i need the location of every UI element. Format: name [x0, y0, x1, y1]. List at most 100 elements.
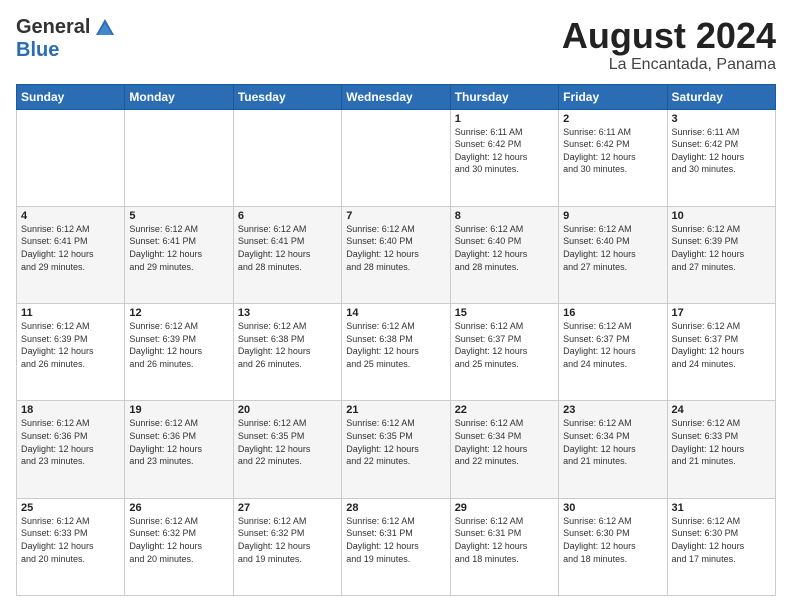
day-info: Sunrise: 6:12 AM Sunset: 6:41 PM Dayligh… [129, 223, 228, 273]
calendar-week-3: 11Sunrise: 6:12 AM Sunset: 6:39 PM Dayli… [17, 304, 776, 401]
calendar-cell: 21Sunrise: 6:12 AM Sunset: 6:35 PM Dayli… [342, 401, 450, 498]
header: General Blue August 2024 La Encantada, P… [16, 16, 776, 74]
day-info: Sunrise: 6:12 AM Sunset: 6:39 PM Dayligh… [129, 320, 228, 370]
day-number: 29 [455, 502, 554, 514]
sub-title: La Encantada, Panama [562, 56, 776, 74]
calendar-cell: 4Sunrise: 6:12 AM Sunset: 6:41 PM Daylig… [17, 206, 125, 303]
calendar-cell: 27Sunrise: 6:12 AM Sunset: 6:32 PM Dayli… [233, 498, 341, 595]
calendar-header-monday: Monday [125, 84, 233, 109]
calendar-cell: 6Sunrise: 6:12 AM Sunset: 6:41 PM Daylig… [233, 206, 341, 303]
day-info: Sunrise: 6:12 AM Sunset: 6:33 PM Dayligh… [21, 515, 120, 565]
calendar-cell: 28Sunrise: 6:12 AM Sunset: 6:31 PM Dayli… [342, 498, 450, 595]
day-number: 3 [672, 113, 771, 125]
calendar-cell: 19Sunrise: 6:12 AM Sunset: 6:36 PM Dayli… [125, 401, 233, 498]
calendar-cell [17, 109, 125, 206]
day-number: 12 [129, 307, 228, 319]
day-number: 23 [563, 404, 662, 416]
day-number: 2 [563, 113, 662, 125]
day-number: 21 [346, 404, 445, 416]
calendar-header-friday: Friday [559, 84, 667, 109]
day-info: Sunrise: 6:12 AM Sunset: 6:39 PM Dayligh… [672, 223, 771, 273]
day-number: 25 [21, 502, 120, 514]
day-number: 9 [563, 210, 662, 222]
day-info: Sunrise: 6:12 AM Sunset: 6:32 PM Dayligh… [238, 515, 337, 565]
calendar-cell: 14Sunrise: 6:12 AM Sunset: 6:38 PM Dayli… [342, 304, 450, 401]
calendar-cell: 5Sunrise: 6:12 AM Sunset: 6:41 PM Daylig… [125, 206, 233, 303]
calendar-cell: 7Sunrise: 6:12 AM Sunset: 6:40 PM Daylig… [342, 206, 450, 303]
calendar-week-4: 18Sunrise: 6:12 AM Sunset: 6:36 PM Dayli… [17, 401, 776, 498]
day-info: Sunrise: 6:12 AM Sunset: 6:36 PM Dayligh… [21, 417, 120, 467]
day-number: 11 [21, 307, 120, 319]
calendar-header-sunday: Sunday [17, 84, 125, 109]
day-number: 18 [21, 404, 120, 416]
calendar-cell: 2Sunrise: 6:11 AM Sunset: 6:42 PM Daylig… [559, 109, 667, 206]
day-info: Sunrise: 6:12 AM Sunset: 6:37 PM Dayligh… [672, 320, 771, 370]
day-number: 7 [346, 210, 445, 222]
day-number: 31 [672, 502, 771, 514]
day-info: Sunrise: 6:11 AM Sunset: 6:42 PM Dayligh… [672, 126, 771, 176]
day-info: Sunrise: 6:12 AM Sunset: 6:38 PM Dayligh… [346, 320, 445, 370]
day-number: 28 [346, 502, 445, 514]
day-number: 8 [455, 210, 554, 222]
day-info: Sunrise: 6:12 AM Sunset: 6:33 PM Dayligh… [672, 417, 771, 467]
calendar-cell: 3Sunrise: 6:11 AM Sunset: 6:42 PM Daylig… [667, 109, 775, 206]
calendar-cell: 18Sunrise: 6:12 AM Sunset: 6:36 PM Dayli… [17, 401, 125, 498]
calendar-cell: 15Sunrise: 6:12 AM Sunset: 6:37 PM Dayli… [450, 304, 558, 401]
calendar-week-5: 25Sunrise: 6:12 AM Sunset: 6:33 PM Dayli… [17, 498, 776, 595]
day-info: Sunrise: 6:12 AM Sunset: 6:36 PM Dayligh… [129, 417, 228, 467]
day-info: Sunrise: 6:12 AM Sunset: 6:41 PM Dayligh… [21, 223, 120, 273]
day-info: Sunrise: 6:12 AM Sunset: 6:40 PM Dayligh… [455, 223, 554, 273]
day-number: 4 [21, 210, 120, 222]
day-info: Sunrise: 6:12 AM Sunset: 6:41 PM Dayligh… [238, 223, 337, 273]
calendar-cell [125, 109, 233, 206]
calendar-header-saturday: Saturday [667, 84, 775, 109]
day-number: 16 [563, 307, 662, 319]
calendar-cell [342, 109, 450, 206]
calendar-cell: 12Sunrise: 6:12 AM Sunset: 6:39 PM Dayli… [125, 304, 233, 401]
logo-general-text: General [16, 16, 90, 39]
day-info: Sunrise: 6:12 AM Sunset: 6:37 PM Dayligh… [563, 320, 662, 370]
day-info: Sunrise: 6:12 AM Sunset: 6:31 PM Dayligh… [455, 515, 554, 565]
calendar-header-wednesday: Wednesday [342, 84, 450, 109]
calendar-cell: 20Sunrise: 6:12 AM Sunset: 6:35 PM Dayli… [233, 401, 341, 498]
main-title: August 2024 [562, 16, 776, 56]
calendar-cell: 31Sunrise: 6:12 AM Sunset: 6:30 PM Dayli… [667, 498, 775, 595]
day-number: 13 [238, 307, 337, 319]
title-block: August 2024 La Encantada, Panama [562, 16, 776, 74]
day-number: 5 [129, 210, 228, 222]
day-info: Sunrise: 6:11 AM Sunset: 6:42 PM Dayligh… [455, 126, 554, 176]
calendar-table: SundayMondayTuesdayWednesdayThursdayFrid… [16, 84, 776, 596]
day-number: 15 [455, 307, 554, 319]
day-info: Sunrise: 6:12 AM Sunset: 6:38 PM Dayligh… [238, 320, 337, 370]
calendar-header-thursday: Thursday [450, 84, 558, 109]
day-number: 10 [672, 210, 771, 222]
day-info: Sunrise: 6:12 AM Sunset: 6:34 PM Dayligh… [455, 417, 554, 467]
calendar-cell: 29Sunrise: 6:12 AM Sunset: 6:31 PM Dayli… [450, 498, 558, 595]
day-number: 26 [129, 502, 228, 514]
day-info: Sunrise: 6:12 AM Sunset: 6:39 PM Dayligh… [21, 320, 120, 370]
calendar-header-tuesday: Tuesday [233, 84, 341, 109]
calendar-cell: 9Sunrise: 6:12 AM Sunset: 6:40 PM Daylig… [559, 206, 667, 303]
calendar-cell [233, 109, 341, 206]
calendar-cell: 1Sunrise: 6:11 AM Sunset: 6:42 PM Daylig… [450, 109, 558, 206]
day-number: 30 [563, 502, 662, 514]
calendar-header-row: SundayMondayTuesdayWednesdayThursdayFrid… [17, 84, 776, 109]
calendar-cell: 22Sunrise: 6:12 AM Sunset: 6:34 PM Dayli… [450, 401, 558, 498]
day-info: Sunrise: 6:12 AM Sunset: 6:40 PM Dayligh… [563, 223, 662, 273]
logo: General Blue [16, 16, 116, 62]
logo-blue-text: Blue [16, 39, 59, 62]
day-number: 14 [346, 307, 445, 319]
calendar-week-2: 4Sunrise: 6:12 AM Sunset: 6:41 PM Daylig… [17, 206, 776, 303]
day-number: 6 [238, 210, 337, 222]
calendar-cell: 8Sunrise: 6:12 AM Sunset: 6:40 PM Daylig… [450, 206, 558, 303]
day-info: Sunrise: 6:11 AM Sunset: 6:42 PM Dayligh… [563, 126, 662, 176]
day-number: 19 [129, 404, 228, 416]
day-info: Sunrise: 6:12 AM Sunset: 6:37 PM Dayligh… [455, 320, 554, 370]
calendar-cell: 23Sunrise: 6:12 AM Sunset: 6:34 PM Dayli… [559, 401, 667, 498]
calendar-cell: 10Sunrise: 6:12 AM Sunset: 6:39 PM Dayli… [667, 206, 775, 303]
calendar-cell: 30Sunrise: 6:12 AM Sunset: 6:30 PM Dayli… [559, 498, 667, 595]
day-number: 24 [672, 404, 771, 416]
day-number: 1 [455, 113, 554, 125]
day-info: Sunrise: 6:12 AM Sunset: 6:32 PM Dayligh… [129, 515, 228, 565]
calendar-cell: 25Sunrise: 6:12 AM Sunset: 6:33 PM Dayli… [17, 498, 125, 595]
